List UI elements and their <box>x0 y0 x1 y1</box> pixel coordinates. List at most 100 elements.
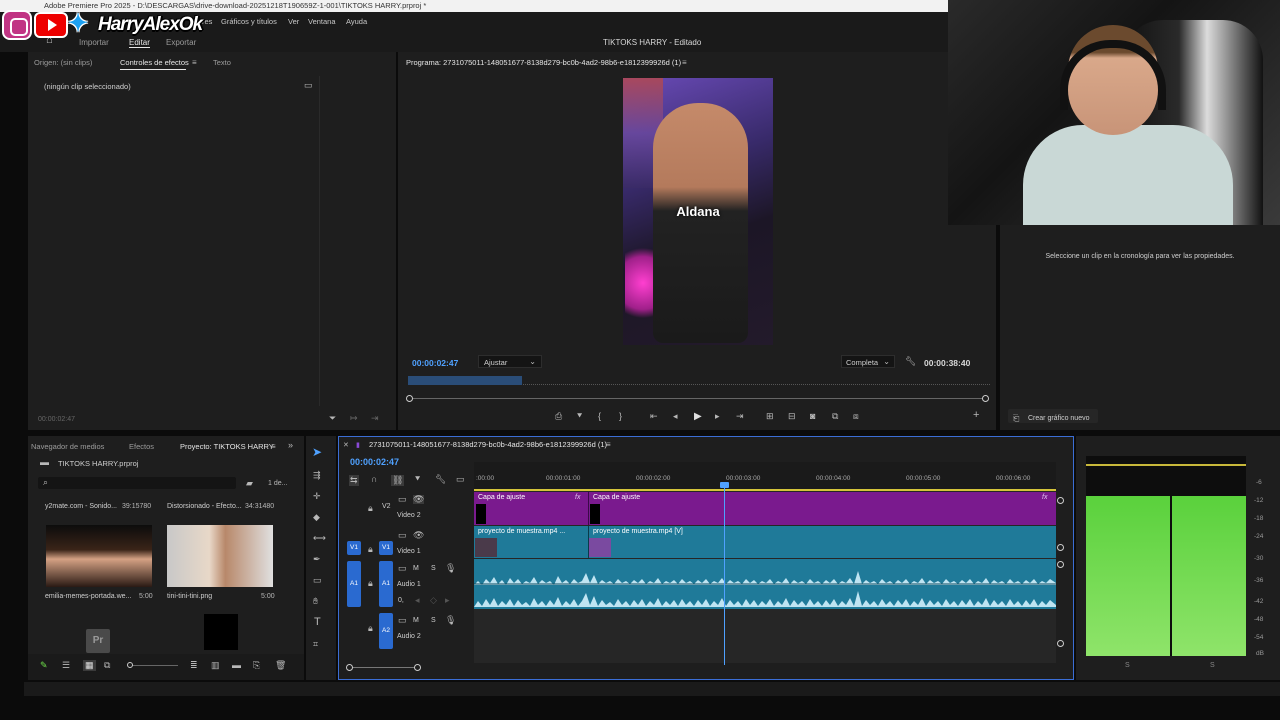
tab-importar[interactable]: Importar <box>79 38 109 47</box>
playhead-handle[interactable] <box>720 482 729 488</box>
type-tool-icon[interactable]: T <box>314 617 321 628</box>
tab-texto[interactable]: Texto <box>213 58 231 67</box>
snap-icon[interactable]: ∩ <box>371 475 377 484</box>
menu-item-ver[interactable]: Ver <box>288 17 299 26</box>
proxy-icon[interactable]: ⧈ <box>853 412 859 421</box>
add-keyframe-icon[interactable]: ◇ <box>430 596 437 605</box>
track-target-v1[interactable]: V1 <box>379 541 393 555</box>
clip-adjustment-2[interactable]: Capa de ajuste <box>588 492 1056 525</box>
menu-item-ventana[interactable]: Ventana <box>308 17 336 26</box>
more-tabs-icon[interactable]: » <box>288 441 293 450</box>
timeline-zoom-left[interactable] <box>346 664 353 671</box>
thumbnail-black[interactable] <box>204 614 238 650</box>
list-view-icon[interactable]: ☰ <box>62 661 70 670</box>
overwrite-icon[interactable]: ⊟ <box>788 412 796 421</box>
ripple-edit-tool-icon[interactable]: ✛ <box>313 492 321 501</box>
tab-efectos[interactable]: Efectos <box>129 442 154 451</box>
pencil-icon[interactable]: ✎ <box>40 661 48 670</box>
playhead[interactable] <box>724 483 725 665</box>
selection-tool-icon[interactable]: ➤ <box>312 446 322 458</box>
mute-a1[interactable]: M <box>413 565 419 572</box>
item-name-1[interactable]: y2mate.com - Sonido... <box>45 503 117 510</box>
eye-off-v2-icon[interactable]: 👁︎ <box>413 495 425 504</box>
v-scroll-top-handle[interactable] <box>1057 497 1064 504</box>
tab-exportar[interactable]: Exportar <box>166 38 196 47</box>
play-icon[interactable]: ▶ <box>694 412 702 422</box>
sync-a1-icon[interactable]: ▭ <box>398 564 407 573</box>
wrench-icon[interactable]: 🔧︎ <box>905 357 916 366</box>
play-only-audio-icon[interactable]: ↦ <box>350 414 358 423</box>
slip-tool-icon[interactable]: ⟷ <box>313 534 326 543</box>
prev-keyframe-icon[interactable]: ◂ <box>415 596 420 605</box>
menu-item-graficos-prefix[interactable]: res <box>202 17 212 26</box>
solo-a2[interactable]: S <box>431 617 436 624</box>
freeform-view-icon[interactable]: ⧉ <box>104 661 110 670</box>
quality-dropdown[interactable]: Completa ⌄ <box>841 355 895 368</box>
program-menu-icon[interactable]: ≡ <box>682 58 687 67</box>
eye-v1-icon[interactable]: 👁︎ <box>413 531 424 540</box>
item-name-2[interactable]: Distorsionado - Efecto... <box>167 503 242 510</box>
lock-v1-icon[interactable]: 🔒︎ <box>368 545 373 554</box>
lock-a1-icon[interactable]: 🔒︎ <box>368 579 373 588</box>
close-sequence-icon[interactable]: ✕ <box>343 441 349 450</box>
comparison-view-icon[interactable]: ⧉ <box>832 412 838 421</box>
track-target-a1[interactable]: A1 <box>379 561 393 607</box>
new-folder-icon[interactable]: ▬ <box>232 661 241 670</box>
captions-tool-icon[interactable]: ⌗ <box>313 640 318 649</box>
track-target-a2[interactable]: A2 <box>379 613 393 649</box>
toggle-timeline-icon[interactable]: ▭ <box>304 81 313 90</box>
thumbnail-emilia[interactable] <box>46 525 152 587</box>
next-keyframe-icon[interactable]: ▸ <box>445 596 450 605</box>
nest-icon[interactable]: ⇆ <box>349 475 359 486</box>
program-zoom-bar[interactable] <box>410 398 986 399</box>
sync-v1-icon[interactable]: ▭ <box>398 531 407 540</box>
hand-tool-icon[interactable]: ✋︎ <box>313 597 318 606</box>
captions-icon[interactable]: ▭ <box>456 475 465 484</box>
settings-wrench-icon[interactable]: 🔧︎ <box>435 475 446 484</box>
clip-video-2[interactable]: proyecto de muestra.mp4 [V] <box>588 526 1056 558</box>
razor-tool-icon[interactable]: ◆ <box>313 513 320 522</box>
a-scroll-top-handle[interactable] <box>1057 561 1064 568</box>
lock-v2-icon[interactable]: 🔒︎ <box>368 504 373 513</box>
sort-icon[interactable]: ≣ <box>190 661 198 670</box>
sync-a2-icon[interactable]: ▭ <box>398 616 407 625</box>
zoom-slider-handle[interactable] <box>127 662 133 668</box>
source-patch-a1[interactable]: A1 <box>347 561 361 607</box>
v-scroll-mid-handle[interactable] <box>1057 544 1064 551</box>
microphone-icon[interactable]: 🎙︎ <box>445 564 456 573</box>
timeline-timecode[interactable]: 00:00:02:47 <box>350 457 399 467</box>
go-to-out-icon[interactable]: ⇥ <box>736 412 744 421</box>
menu-item-ayuda[interactable]: Ayuda <box>346 17 367 26</box>
go-to-in-icon[interactable]: ⇤ <box>650 412 658 421</box>
program-timecode[interactable]: 00:00:02:47 <box>412 358 458 368</box>
mark-in-icon[interactable]: { <box>598 412 601 421</box>
sequence-menu-icon[interactable]: ≡ <box>606 440 611 449</box>
tab-origen[interactable]: Origen: (sin clips) <box>34 58 92 67</box>
timeline-zoom-right[interactable] <box>414 664 421 671</box>
new-bin-icon[interactable]: ▰ <box>246 479 253 488</box>
microphone-a2-icon[interactable]: 🎙︎ <box>445 616 456 625</box>
automate-icon[interactable]: ▥ <box>211 661 220 670</box>
new-item-icon[interactable]: ⎘ <box>253 661 260 670</box>
rectangle-tool-icon[interactable]: ▭ <box>313 576 322 585</box>
source-patch-v1[interactable]: V1 <box>347 541 361 555</box>
mute-a2[interactable]: M <box>413 617 419 624</box>
add-marker-icon[interactable]: ⯆ <box>576 412 583 421</box>
a-scroll-bottom-handle[interactable] <box>1057 640 1064 647</box>
item-name-4[interactable]: tini-tini-tini.png <box>167 593 212 600</box>
icon-view-icon[interactable]: ▦ <box>83 660 96 671</box>
add-button-icon[interactable]: + <box>973 410 979 421</box>
zoom-slider[interactable] <box>128 665 178 666</box>
clip-audio-1[interactable] <box>474 559 1056 609</box>
step-back-icon[interactable]: ◂ <box>673 412 678 421</box>
lift-icon[interactable]: ⎙ <box>555 412 562 421</box>
trash-icon[interactable]: 🗑︎ <box>275 661 286 670</box>
tab-proyecto[interactable]: Proyecto: TIKTOKS HARRY <box>180 442 274 451</box>
linked-selection-icon[interactable]: ⛓︎ <box>391 475 405 486</box>
sync-v2-icon[interactable]: ▭ <box>398 495 407 504</box>
solo-a1[interactable]: S <box>431 565 436 572</box>
timeline-zoom-bar[interactable] <box>349 667 419 668</box>
fit-dropdown[interactable]: Ajustar ⌄ <box>478 355 542 368</box>
track-select-tool-icon[interactable]: ⇶ <box>313 471 321 480</box>
panel-menu-icon[interactable]: ≡ <box>192 58 197 67</box>
